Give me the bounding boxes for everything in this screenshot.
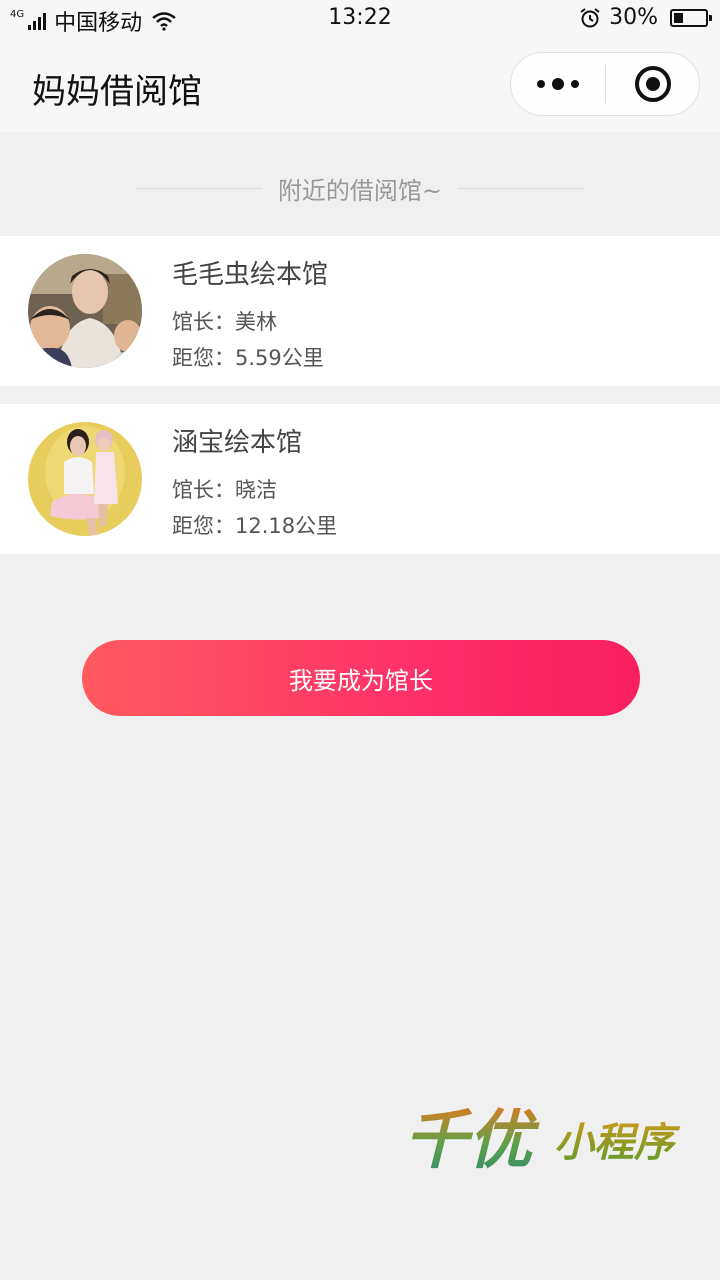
status-bar: 4G 中国移动 13:22 30%: [0, 0, 720, 38]
library-distance: 距您：5.59公里: [172, 346, 324, 370]
library-owner: 馆长：晓洁: [172, 478, 277, 502]
status-right: 30%: [579, 5, 712, 30]
close-ring: [634, 66, 671, 102]
library-name: 涵宝绘本馆: [172, 428, 303, 458]
library-avatar: [28, 422, 142, 536]
section-heading: 附近的借阅馆~: [0, 168, 720, 208]
page-title: 妈妈借阅馆: [32, 72, 202, 112]
library-card[interactable]: 毛毛虫绘本馆 馆长：美林 距您：5.59公里: [0, 236, 720, 386]
svg-text:千优: 千优: [404, 1103, 540, 1178]
battery-fill: [674, 12, 683, 23]
qianyou-watermark-logo: 千优 小程序: [404, 1100, 694, 1180]
battery-percent: 30%: [609, 5, 658, 30]
alarm-icon: [579, 7, 601, 29]
miniprogram-capsule: [510, 52, 700, 116]
svg-text:小程序: 小程序: [554, 1119, 681, 1166]
app-screen: 4G 中国移动 13:22 30% 妈妈借阅馆 附近的借阅馆~ 毛毛虫绘本馆 馆…: [0, 0, 720, 1280]
nav-bar: 妈妈借阅馆: [0, 38, 720, 132]
library-owner: 馆长：美林: [172, 310, 277, 334]
library-card[interactable]: 涵宝绘本馆 馆长：晓洁 距您：12.18公里: [0, 404, 720, 554]
more-icon[interactable]: [511, 53, 605, 115]
library-distance: 距您：12.18公里: [172, 514, 338, 538]
divider-line-left: [135, 187, 262, 189]
battery-icon: [670, 8, 712, 27]
library-name: 毛毛虫绘本馆: [172, 260, 329, 290]
become-owner-button[interactable]: 我要成为馆长: [82, 640, 640, 716]
section-heading-text: 附近的借阅馆~: [277, 176, 443, 205]
close-icon[interactable]: [606, 53, 699, 115]
close-dot: [645, 77, 660, 91]
divider-line-right: [458, 187, 585, 189]
library-avatar: [28, 254, 142, 368]
